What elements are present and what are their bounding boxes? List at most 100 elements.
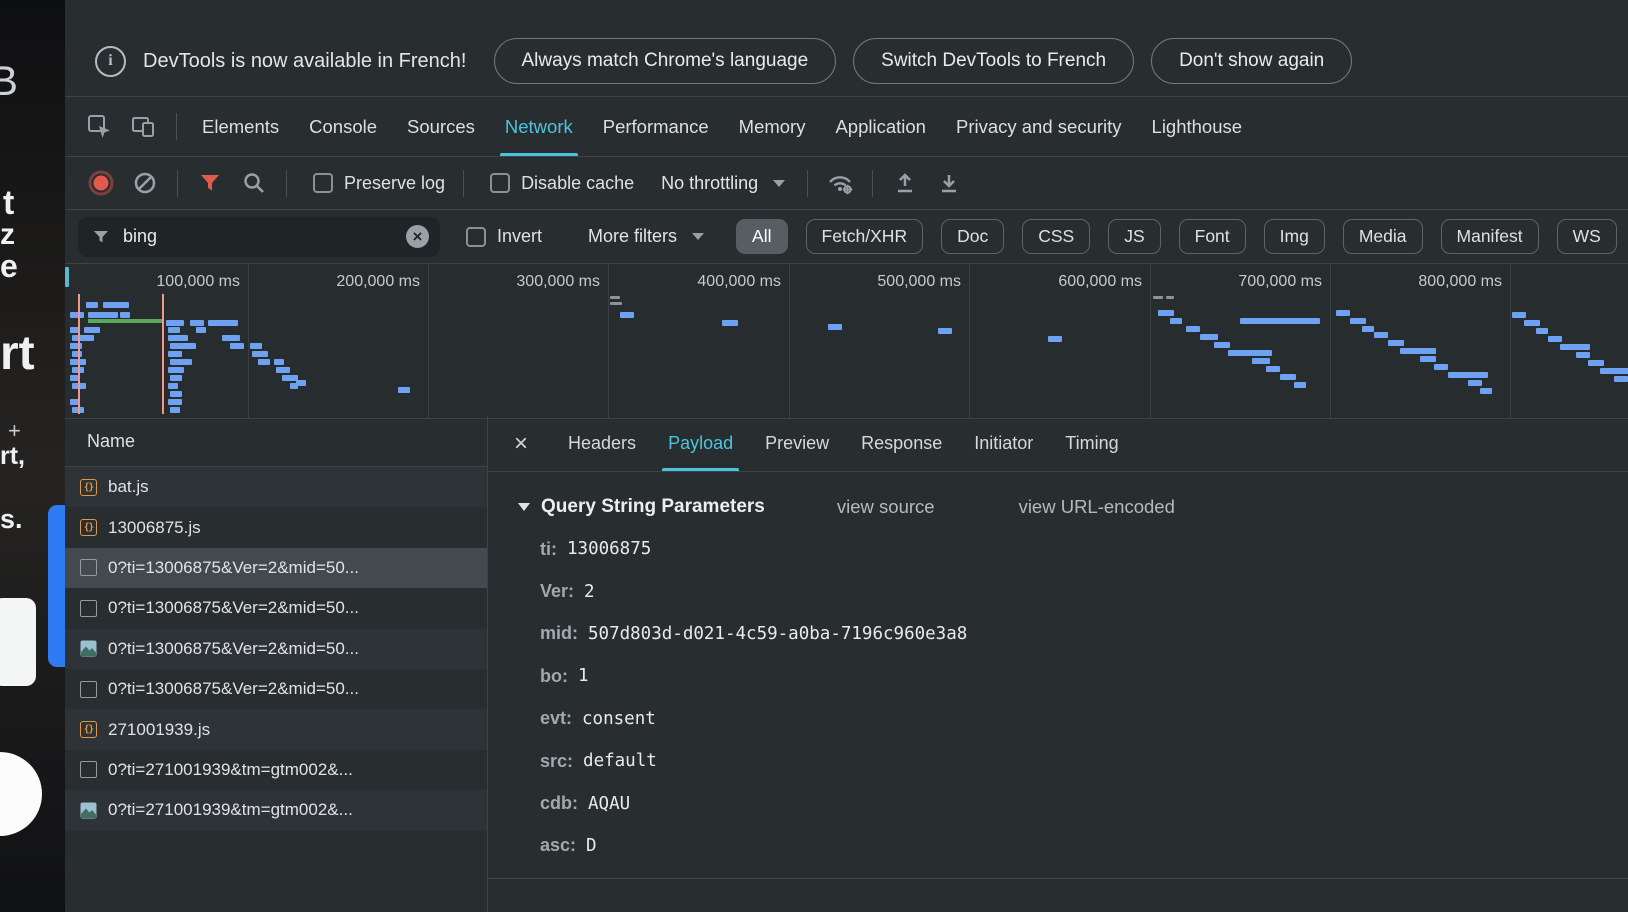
export-har-icon[interactable] — [931, 165, 967, 201]
request-row[interactable]: 0?ti=271001939&tm=gtm002&... — [65, 750, 487, 790]
tab-elements[interactable]: Elements — [187, 97, 294, 156]
filter-pill-css[interactable]: CSS — [1022, 219, 1090, 254]
name-column-header[interactable]: Name — [65, 416, 487, 467]
request-waterfall-bar — [252, 351, 268, 357]
tab-console[interactable]: Console — [294, 97, 392, 156]
request-waterfall-bar — [1280, 374, 1296, 380]
request-row[interactable]: bat.js — [65, 467, 487, 507]
request-waterfall-bar — [1388, 340, 1404, 346]
param-key: mid: — [540, 623, 578, 644]
page-text-fragment: B — [0, 60, 18, 102]
tab-timing[interactable]: Timing — [1049, 416, 1134, 471]
request-row[interactable]: 0?ti=13006875&Ver=2&mid=50... — [65, 588, 487, 628]
request-waterfall-bar — [170, 407, 180, 413]
tab-lighthouse[interactable]: Lighthouse — [1137, 97, 1258, 156]
filter-pill-doc[interactable]: Doc — [941, 219, 1004, 254]
request-waterfall-bar — [168, 335, 188, 341]
tab-response[interactable]: Response — [845, 416, 958, 471]
request-waterfall-bar — [168, 351, 182, 357]
filter-pill-all[interactable]: All — [736, 219, 787, 254]
import-har-icon[interactable] — [887, 165, 923, 201]
filter-pill-fetch-xhr[interactable]: Fetch/XHR — [806, 219, 924, 254]
request-row-selected[interactable]: 0?ti=13006875&Ver=2&mid=50... — [65, 548, 487, 588]
param-value: 13006875 — [567, 539, 651, 559]
request-row[interactable]: 0?ti=271001939&tm=gtm002&... — [65, 790, 487, 830]
search-icon[interactable] — [236, 165, 272, 201]
more-filters-button[interactable]: More filters — [588, 226, 677, 247]
timeline-gridline — [428, 264, 429, 418]
device-toolbar-icon[interactable] — [127, 110, 161, 144]
filter-icon[interactable] — [192, 165, 228, 201]
timeline-gridline — [1510, 264, 1511, 418]
request-waterfall-bar — [290, 383, 298, 389]
dont-show-again-button[interactable]: Don't show again — [1151, 38, 1352, 84]
request-waterfall-bar — [274, 359, 284, 365]
page-text-fragment: rt, — [0, 444, 25, 469]
clear-filter-icon[interactable]: × — [406, 225, 429, 248]
tab-performance[interactable]: Performance — [588, 97, 724, 156]
request-row[interactable]: 13006875.js — [65, 507, 487, 547]
tab-privacy-security[interactable]: Privacy and security — [941, 97, 1137, 156]
filter-pill-media[interactable]: Media — [1343, 219, 1423, 254]
request-waterfall-bar — [168, 327, 180, 333]
request-waterfall-bar — [1536, 328, 1548, 334]
record-network-log-icon[interactable] — [83, 165, 119, 201]
disable-cache-checkbox[interactable] — [490, 173, 510, 193]
request-waterfall-bar — [120, 312, 130, 318]
divider — [286, 170, 287, 197]
request-waterfall-bar — [1214, 342, 1230, 348]
preserve-log-checkbox[interactable] — [313, 173, 333, 193]
pending-request-bar — [610, 296, 620, 299]
param-key: Ver: — [540, 581, 574, 602]
filter-pill-img[interactable]: Img — [1264, 219, 1325, 254]
view-source-link[interactable]: view source — [837, 496, 935, 518]
chevron-down-icon[interactable] — [773, 180, 785, 187]
request-row[interactable]: 0?ti=13006875&Ver=2&mid=50... — [65, 669, 487, 709]
filter-pill-manifest[interactable]: Manifest — [1441, 219, 1539, 254]
filter-pill-font[interactable]: Font — [1179, 219, 1246, 254]
inspect-element-icon[interactable] — [83, 110, 117, 144]
network-filter-input[interactable] — [121, 225, 396, 248]
request-waterfall-bar — [1588, 360, 1604, 366]
request-name: 13006875.js — [108, 518, 201, 538]
pending-request-bar — [610, 302, 622, 305]
tab-application[interactable]: Application — [820, 97, 941, 156]
request-row[interactable]: 0?ti=13006875&Ver=2&mid=50... — [65, 629, 487, 669]
info-icon: i — [95, 46, 126, 77]
timeline-gridline — [1150, 264, 1151, 418]
throttling-select[interactable]: No throttling — [661, 173, 758, 194]
view-url-encoded-link[interactable]: view URL-encoded — [1019, 496, 1175, 518]
tab-network[interactable]: Network — [490, 97, 588, 156]
tab-headers[interactable]: Headers — [552, 416, 652, 471]
pending-request-bar — [1153, 296, 1163, 299]
request-name: 0?ti=13006875&Ver=2&mid=50... — [108, 558, 359, 578]
filter-pill-js[interactable]: JS — [1108, 219, 1160, 254]
js-file-icon — [80, 479, 97, 496]
network-conditions-icon[interactable] — [822, 165, 858, 201]
payload-panel: Query String Parameters view source view… — [488, 472, 1628, 879]
always-match-language-button[interactable]: Always match Chrome's language — [494, 38, 837, 84]
close-icon[interactable]: × — [514, 432, 528, 456]
timeline-gridline — [969, 264, 970, 418]
tab-memory[interactable]: Memory — [724, 97, 821, 156]
tab-payload[interactable]: Payload — [652, 416, 749, 471]
tab-preview[interactable]: Preview — [749, 416, 845, 471]
chevron-down-icon[interactable] — [692, 233, 704, 240]
request-row[interactable]: 271001939.js — [65, 709, 487, 749]
tab-initiator[interactable]: Initiator — [958, 416, 1049, 471]
request-waterfall-bar — [1186, 326, 1200, 332]
request-waterfall-bar — [222, 335, 240, 341]
timeline-gridline — [248, 264, 249, 418]
expander-triangle-icon[interactable] — [518, 503, 530, 511]
query-string-section-header: Query String Parameters view source view… — [518, 486, 1628, 528]
request-waterfall-bar — [1468, 380, 1482, 386]
switch-devtools-french-button[interactable]: Switch DevTools to French — [853, 38, 1134, 84]
param-value: 2 — [584, 582, 595, 602]
network-overview[interactable]: 100,000 ms200,000 ms300,000 ms400,000 ms… — [65, 264, 1628, 419]
invert-checkbox[interactable] — [466, 227, 486, 247]
dom-content-loaded-marker — [88, 319, 162, 323]
param-row: src: default — [518, 740, 1628, 782]
clear-network-log-icon[interactable] — [127, 165, 163, 201]
filter-pill-ws[interactable]: WS — [1557, 219, 1617, 254]
tab-sources[interactable]: Sources — [392, 97, 490, 156]
